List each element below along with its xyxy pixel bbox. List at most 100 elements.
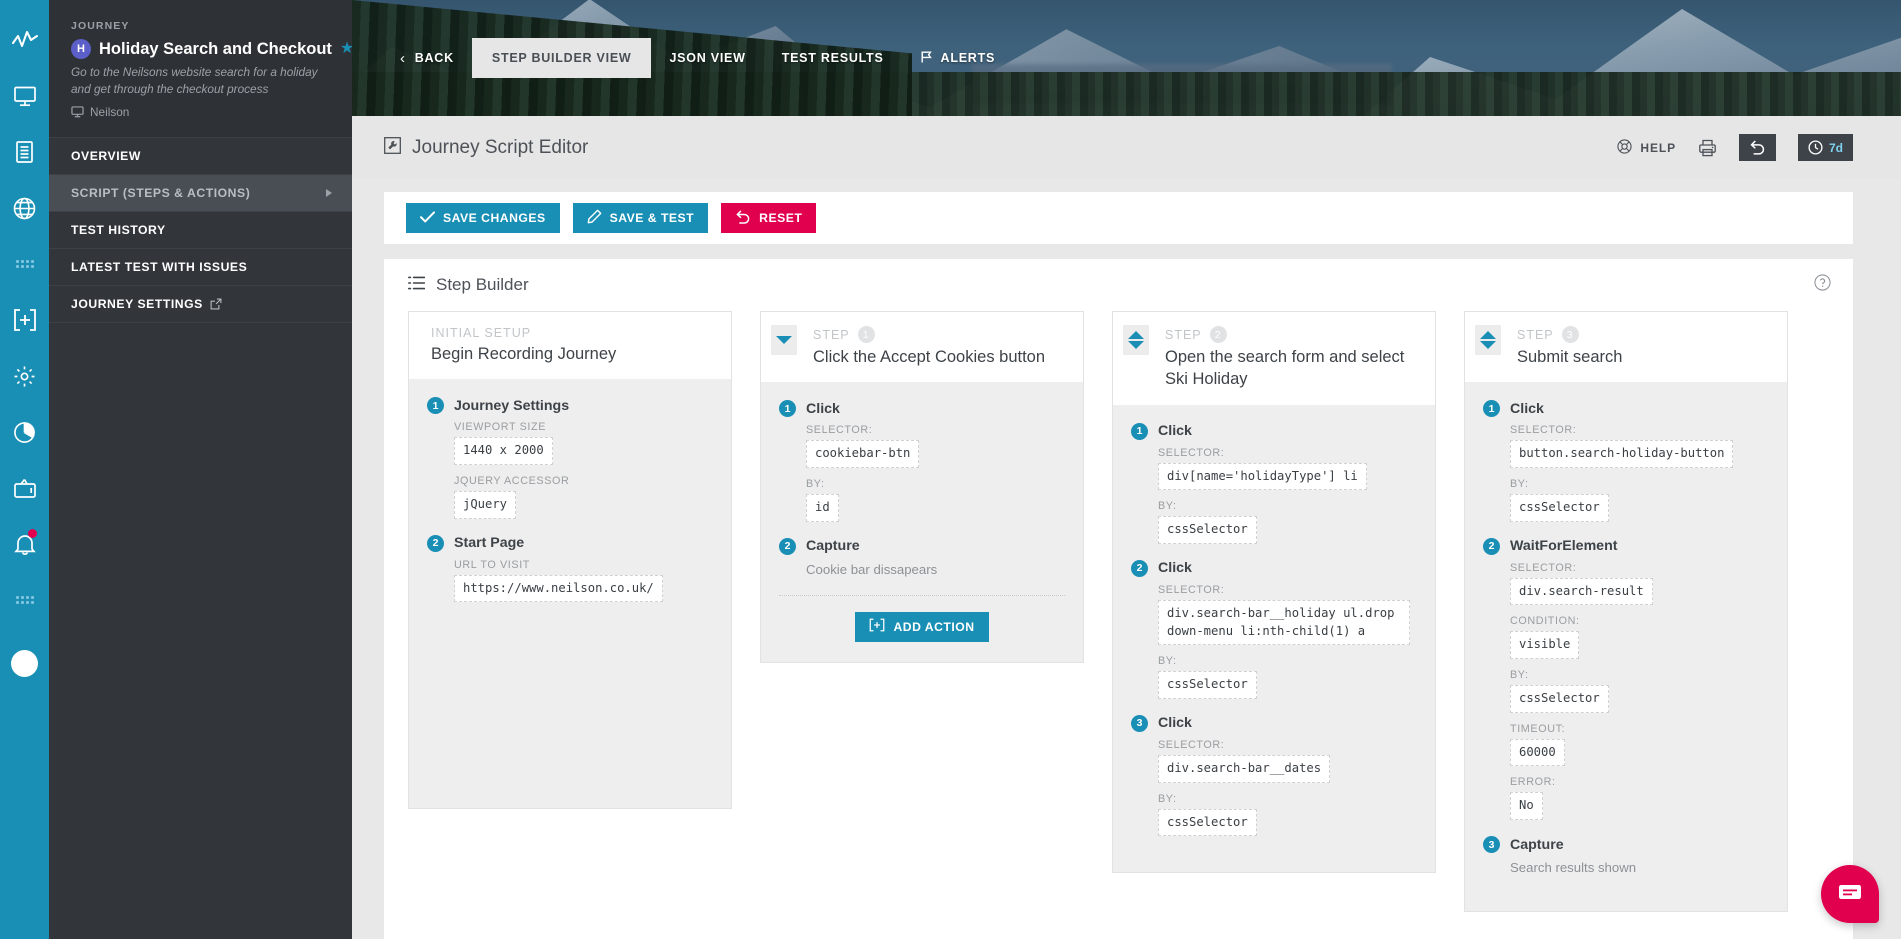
column-body: 1 Click SELECTOR: div[name='holidayType'… bbox=[1112, 404, 1436, 874]
back-button[interactable]: ‹ BACK bbox=[382, 40, 472, 77]
sidebar-item-overview[interactable]: OVERVIEW bbox=[49, 138, 352, 176]
step-columns: INITIAL SETUP Begin Recording Journey 1 … bbox=[384, 311, 1853, 913]
column-name: Click the Accept Cookies button bbox=[813, 348, 1046, 366]
field-label: BY: bbox=[806, 477, 825, 490]
column-header: STEP 2 Open the search form and select S… bbox=[1112, 311, 1436, 405]
field-value[interactable]: div.search-bar__holiday ul.dropdown-menu… bbox=[1158, 599, 1410, 646]
print-button[interactable] bbox=[1698, 139, 1717, 157]
add-bracket-icon[interactable] bbox=[0, 292, 49, 348]
add-action-button[interactable]: ADD ACTION bbox=[855, 611, 989, 642]
action-field: SELECTOR: div.search-bar__dates bbox=[1158, 739, 1417, 783]
sidebar-item-label: SCRIPT (STEPS & ACTIONS) bbox=[71, 186, 251, 201]
pulse-logo-icon[interactable] bbox=[0, 12, 49, 68]
step-number-badge: 3 bbox=[1561, 326, 1579, 343]
field-value[interactable]: div.search-bar__dates bbox=[1158, 754, 1331, 783]
grid-dots-glyph bbox=[15, 260, 34, 268]
globe-icon[interactable] bbox=[0, 180, 49, 236]
editor-header-right: HELP 7d bbox=[1617, 134, 1853, 161]
chat-widget-button[interactable] bbox=[1821, 865, 1879, 923]
field-value[interactable]: cssSelector bbox=[1158, 671, 1257, 699]
time-range-button[interactable]: 7d bbox=[1797, 134, 1853, 161]
field-value[interactable]: 1440 x 2000 bbox=[454, 437, 553, 465]
monitor-icon[interactable] bbox=[0, 68, 49, 124]
action-item: 2 Click SELECTOR: div.search-bar__holida… bbox=[1131, 559, 1417, 699]
field-value[interactable]: button.search-holiday-button bbox=[1510, 440, 1734, 468]
field-value[interactable]: div.search-result bbox=[1510, 577, 1653, 606]
field-label: SELECTOR: bbox=[1510, 561, 1577, 574]
action-field: BY: cssSelector bbox=[1158, 500, 1417, 544]
field-value[interactable]: https://www.neilson.co.uk/ bbox=[454, 574, 663, 603]
field-value[interactable]: cssSelector bbox=[1158, 516, 1257, 544]
undo-button[interactable] bbox=[1738, 134, 1776, 161]
gear-icon[interactable] bbox=[0, 348, 49, 404]
step-move-handle[interactable] bbox=[1123, 325, 1149, 355]
action-name: Click bbox=[1158, 423, 1192, 440]
step-builder-help-icon[interactable] bbox=[1814, 274, 1831, 296]
chevron-left-icon: ‹ bbox=[400, 49, 406, 67]
action-name: Capture bbox=[1510, 836, 1564, 853]
tab-label: STEP BUILDER VIEW bbox=[491, 51, 632, 65]
tab-step-builder-view[interactable]: STEP BUILDER VIEW bbox=[471, 38, 652, 78]
action-field: VIEWPORT SIZE 1440 x 2000 bbox=[454, 421, 713, 465]
field-value[interactable]: No bbox=[1510, 792, 1543, 821]
capture-subtitle: Search results shown bbox=[1510, 860, 1637, 876]
field-value[interactable]: 60000 bbox=[1510, 738, 1565, 767]
sidebar-item-test-history[interactable]: TEST HISTORY bbox=[49, 212, 352, 250]
step-move-handle[interactable] bbox=[771, 325, 797, 355]
tab-alerts[interactable]: ALERTS bbox=[902, 39, 1014, 78]
sidebar-item-latest-test-with-issues[interactable]: LATEST TEST WITH ISSUES bbox=[49, 249, 352, 287]
field-label: TIMEOUT: bbox=[1510, 722, 1566, 735]
field-value[interactable]: div[name='holidayType'] li bbox=[1158, 462, 1367, 491]
action-number: 1 bbox=[427, 397, 444, 415]
pie-chart-icon[interactable] bbox=[0, 404, 49, 460]
grid-dots-icon-2[interactable] bbox=[0, 572, 49, 628]
sidebar-item-script[interactable]: SCRIPT (STEPS & ACTIONS) bbox=[49, 175, 352, 213]
step-column-2: STEP 2 Open the search form and select S… bbox=[1112, 311, 1436, 874]
action-number: 2 bbox=[1483, 537, 1500, 555]
action-number: 3 bbox=[1131, 714, 1148, 732]
action-item: 2 Capture Cookie bar dissapears bbox=[779, 537, 1065, 577]
field-value[interactable]: cssSelector bbox=[1510, 493, 1609, 522]
tab-label: TEST RESULTS bbox=[781, 51, 884, 65]
reset-label: RESET bbox=[759, 211, 803, 225]
journey-header: JOURNEY H Holiday Search and Checkout ★ … bbox=[49, 0, 354, 139]
field-label: BY: bbox=[1158, 500, 1177, 513]
field-value[interactable]: jQuery bbox=[454, 490, 517, 519]
chevron-down-icon bbox=[1128, 341, 1144, 349]
tab-test-results[interactable]: TEST RESULTS bbox=[764, 40, 902, 76]
field-value[interactable]: id bbox=[806, 493, 839, 522]
document-icon[interactable] bbox=[0, 124, 49, 180]
add-action-label: ADD ACTION bbox=[893, 619, 975, 634]
save-and-test-button[interactable]: SAVE & TEST bbox=[572, 203, 709, 233]
monitor-small-icon bbox=[71, 106, 84, 118]
journey-kicker: JOURNEY bbox=[71, 20, 130, 32]
step-move-handle[interactable] bbox=[1475, 325, 1501, 355]
help-button[interactable]: HELP bbox=[1617, 138, 1676, 157]
chat-icon bbox=[1837, 881, 1863, 908]
save-changes-label: SAVE CHANGES bbox=[443, 211, 546, 225]
action-number: 1 bbox=[1483, 400, 1500, 418]
field-label: SELECTOR: bbox=[1158, 738, 1225, 751]
bell-icon[interactable] bbox=[0, 516, 49, 572]
field-value[interactable]: cssSelector bbox=[1158, 808, 1257, 837]
sidebar-item-journey-settings[interactable]: JOURNEY SETTINGS bbox=[49, 286, 352, 324]
grid-dots-icon[interactable] bbox=[0, 236, 49, 292]
field-value[interactable]: cssSelector bbox=[1510, 685, 1609, 713]
wrench-icon bbox=[384, 136, 401, 159]
action-field: BY: cssSelector bbox=[1158, 793, 1417, 837]
journey-title: Holiday Search and Checkout bbox=[99, 39, 332, 58]
sidebar-item-label: JOURNEY SETTINGS bbox=[71, 297, 203, 312]
action-number: 1 bbox=[1131, 422, 1148, 440]
sidebar-item-label: LATEST TEST WITH ISSUES bbox=[71, 260, 248, 275]
field-value[interactable]: visible bbox=[1510, 631, 1580, 660]
action-field: SELECTOR: cookiebar-btn bbox=[806, 424, 1065, 468]
editor-header-left: Journey Script Editor bbox=[384, 137, 588, 159]
tab-json-view[interactable]: JSON VIEW bbox=[651, 40, 763, 76]
reset-button[interactable]: RESET bbox=[721, 203, 817, 233]
field-value[interactable]: cookiebar-btn bbox=[806, 440, 920, 468]
save-changes-button[interactable]: SAVE CHANGES bbox=[406, 203, 560, 233]
column-kicker-label: STEP bbox=[1517, 327, 1554, 342]
column-name: Open the search form and select Ski Holi… bbox=[1165, 348, 1405, 389]
tv-icon[interactable] bbox=[0, 460, 49, 516]
avatar[interactable] bbox=[11, 650, 38, 677]
